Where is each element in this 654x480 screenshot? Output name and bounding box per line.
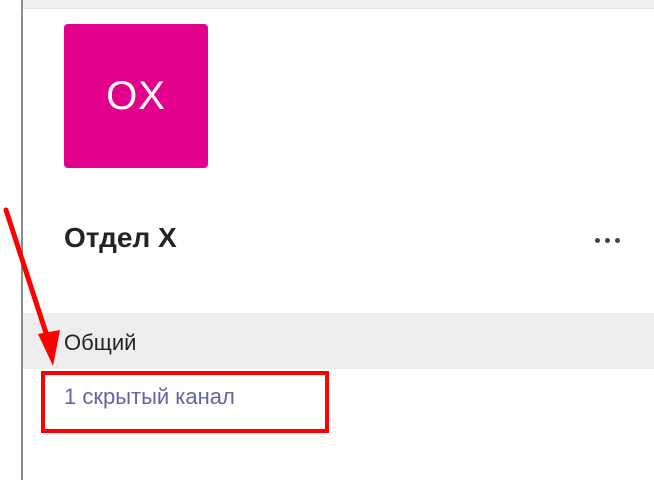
dot xyxy=(594,237,600,243)
team-avatar-initials: OX xyxy=(106,73,166,118)
team-avatar[interactable]: OX xyxy=(64,24,208,168)
dot xyxy=(604,237,610,243)
teams-panel: OX Отдел X Общий 1 скрытый канал xyxy=(0,0,654,480)
dot xyxy=(614,237,620,243)
more-horizontal-icon xyxy=(594,237,620,243)
channel-label-general[interactable]: Общий xyxy=(64,330,136,356)
team-name[interactable]: Отдел X xyxy=(64,222,177,254)
more-options-button[interactable] xyxy=(582,220,632,260)
rail-divider xyxy=(21,0,23,480)
top-strip xyxy=(0,0,654,9)
left-rail xyxy=(0,0,23,480)
annotation-highlight-box xyxy=(41,371,329,433)
